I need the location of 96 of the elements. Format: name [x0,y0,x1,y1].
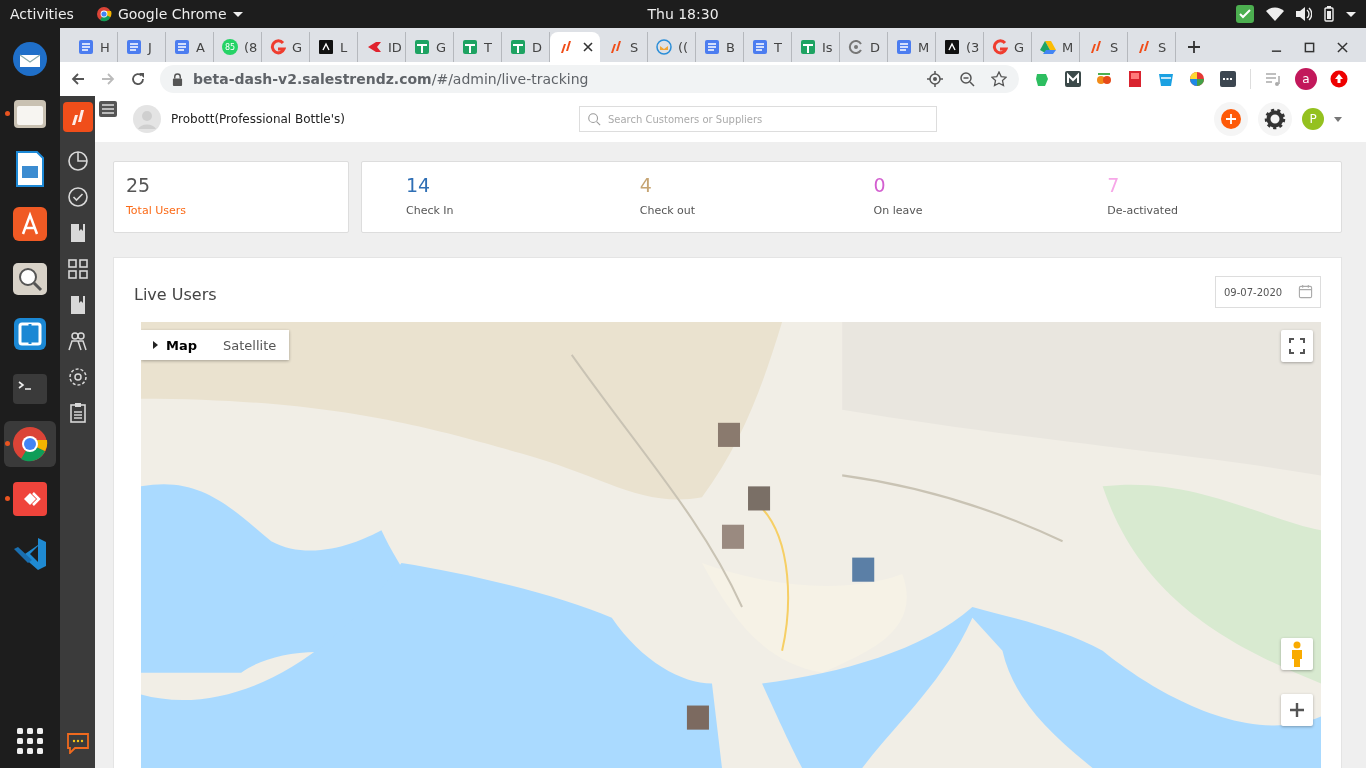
map-type-button[interactable]: Satellite [210,330,290,360]
envelope-icon [656,39,672,55]
lock-icon [172,72,183,86]
search-icon [586,112,601,126]
stat-label: Total Users [126,204,187,217]
document-icon [78,39,94,55]
reload-icon[interactable] [130,71,146,87]
nav-icon[interactable] [66,330,89,352]
dark-logo-icon [944,39,960,55]
dark-logo-icon [318,39,334,55]
search-field[interactable]: Search Customers or Suppliers [578,106,937,132]
add-button[interactable] [1214,102,1248,136]
spreadsheet-icon [414,39,430,55]
triangle-logo-icon [1040,39,1056,55]
app-grid-icon[interactable] [17,728,43,754]
stat-value: 4 [639,174,653,196]
stripes-logo-icon [1136,39,1152,55]
extension-icon[interactable] [1126,70,1144,88]
calendar-icon [1298,284,1313,299]
spreadsheet-icon [800,39,816,55]
maximize-icon[interactable] [1304,42,1315,53]
extension-icon[interactable] [1064,70,1082,88]
upload-icon[interactable] [1330,70,1348,88]
chrome-logo-icon [95,6,112,22]
back-icon[interactable] [70,71,86,87]
nav-icon[interactable] [66,186,89,208]
plus-icon [1289,702,1305,718]
zoom-out-icon[interactable] [959,71,975,87]
document-icon [174,39,190,55]
stripes-logo-icon [1088,39,1104,55]
spreadsheet-icon [462,39,478,55]
nav-icon[interactable] [66,366,89,388]
volume-icon[interactable] [1296,7,1312,21]
document-icon [126,39,142,55]
address-bar[interactable]: beta-dash-v2.salestrendz.com/#/admin/live-tracking [160,65,1019,93]
fullscreen-icon [1289,338,1305,354]
stat-value: 14 [406,174,432,196]
company-avatar [133,105,161,133]
new-tab-icon[interactable] [1186,39,1202,55]
plus-icon [1221,109,1241,129]
chat-badge-icon: 85 [222,39,238,55]
g2-logo-icon [992,39,1008,55]
nav-icon[interactable] [66,150,89,172]
chat-icon[interactable] [65,732,90,754]
panel-title: Live Users [134,284,217,304]
profile-avatar[interactable]: a [1295,68,1317,90]
wifi-icon[interactable] [1266,7,1284,21]
stat-label: De-activated [1107,204,1179,217]
fullscreen-button[interactable] [1281,330,1313,362]
extension-icon[interactable] [1188,70,1206,88]
app-logo-icon[interactable] [62,102,93,132]
document-icon [752,39,768,55]
settings-button[interactable] [1258,102,1292,136]
app-menu[interactable]: Google Chrome [95,6,243,22]
stripes-logo-icon [558,39,574,55]
url-text: beta-dash-v2.salestrendz.com/#/admin/live-tracking [193,71,589,87]
spreadsheet-icon [510,39,526,55]
app-icon[interactable] [11,315,49,353]
zoom-in-button[interactable] [1281,694,1313,726]
update-icon[interactable] [1236,5,1254,23]
activities-button[interactable]: Activities [10,6,74,22]
date-field[interactable]: 09-07-2020 [1215,276,1321,308]
person-icon [1290,641,1304,667]
flag-icon [366,39,382,55]
stat-label: On leave [873,204,924,217]
stripes-logo-icon [608,39,624,55]
browser-tab[interactable] [550,32,600,62]
map-type-button[interactable]: Map [166,330,210,360]
dock-item[interactable] [4,421,56,467]
star-icon[interactable] [991,71,1007,87]
stat-value: 7 [1107,174,1121,196]
document-icon [896,39,912,55]
clock[interactable]: Thu 18:30 [647,6,719,22]
g2-logo-icon [270,39,286,55]
location-icon[interactable] [927,71,943,87]
hamburger-menu-icon[interactable] [99,101,117,117]
system-menu-caret-icon[interactable] [1346,11,1356,17]
document-icon [704,39,720,55]
stat-label: Check In [406,204,455,217]
company-name: Probott(Professional Bottle's) [171,112,345,126]
stat-value: 0 [873,174,887,196]
battery-icon[interactable] [1324,6,1334,22]
app-icon[interactable] [11,260,49,298]
app-icon[interactable] [11,205,49,243]
stat-value: 25 [126,174,152,196]
caret-icon[interactable] [1334,116,1342,122]
ring-icon [848,39,864,55]
settings-icon [1264,108,1286,130]
app-icon[interactable] [11,480,49,518]
extension-icon[interactable] [1219,70,1237,88]
app-icon[interactable] [11,40,49,78]
collapse-toggle-icon[interactable] [153,341,158,349]
nav-icon[interactable] [66,258,89,280]
app-icon[interactable] [11,425,49,463]
close-icon[interactable] [1337,42,1348,53]
stat-label: Check out [639,204,697,217]
